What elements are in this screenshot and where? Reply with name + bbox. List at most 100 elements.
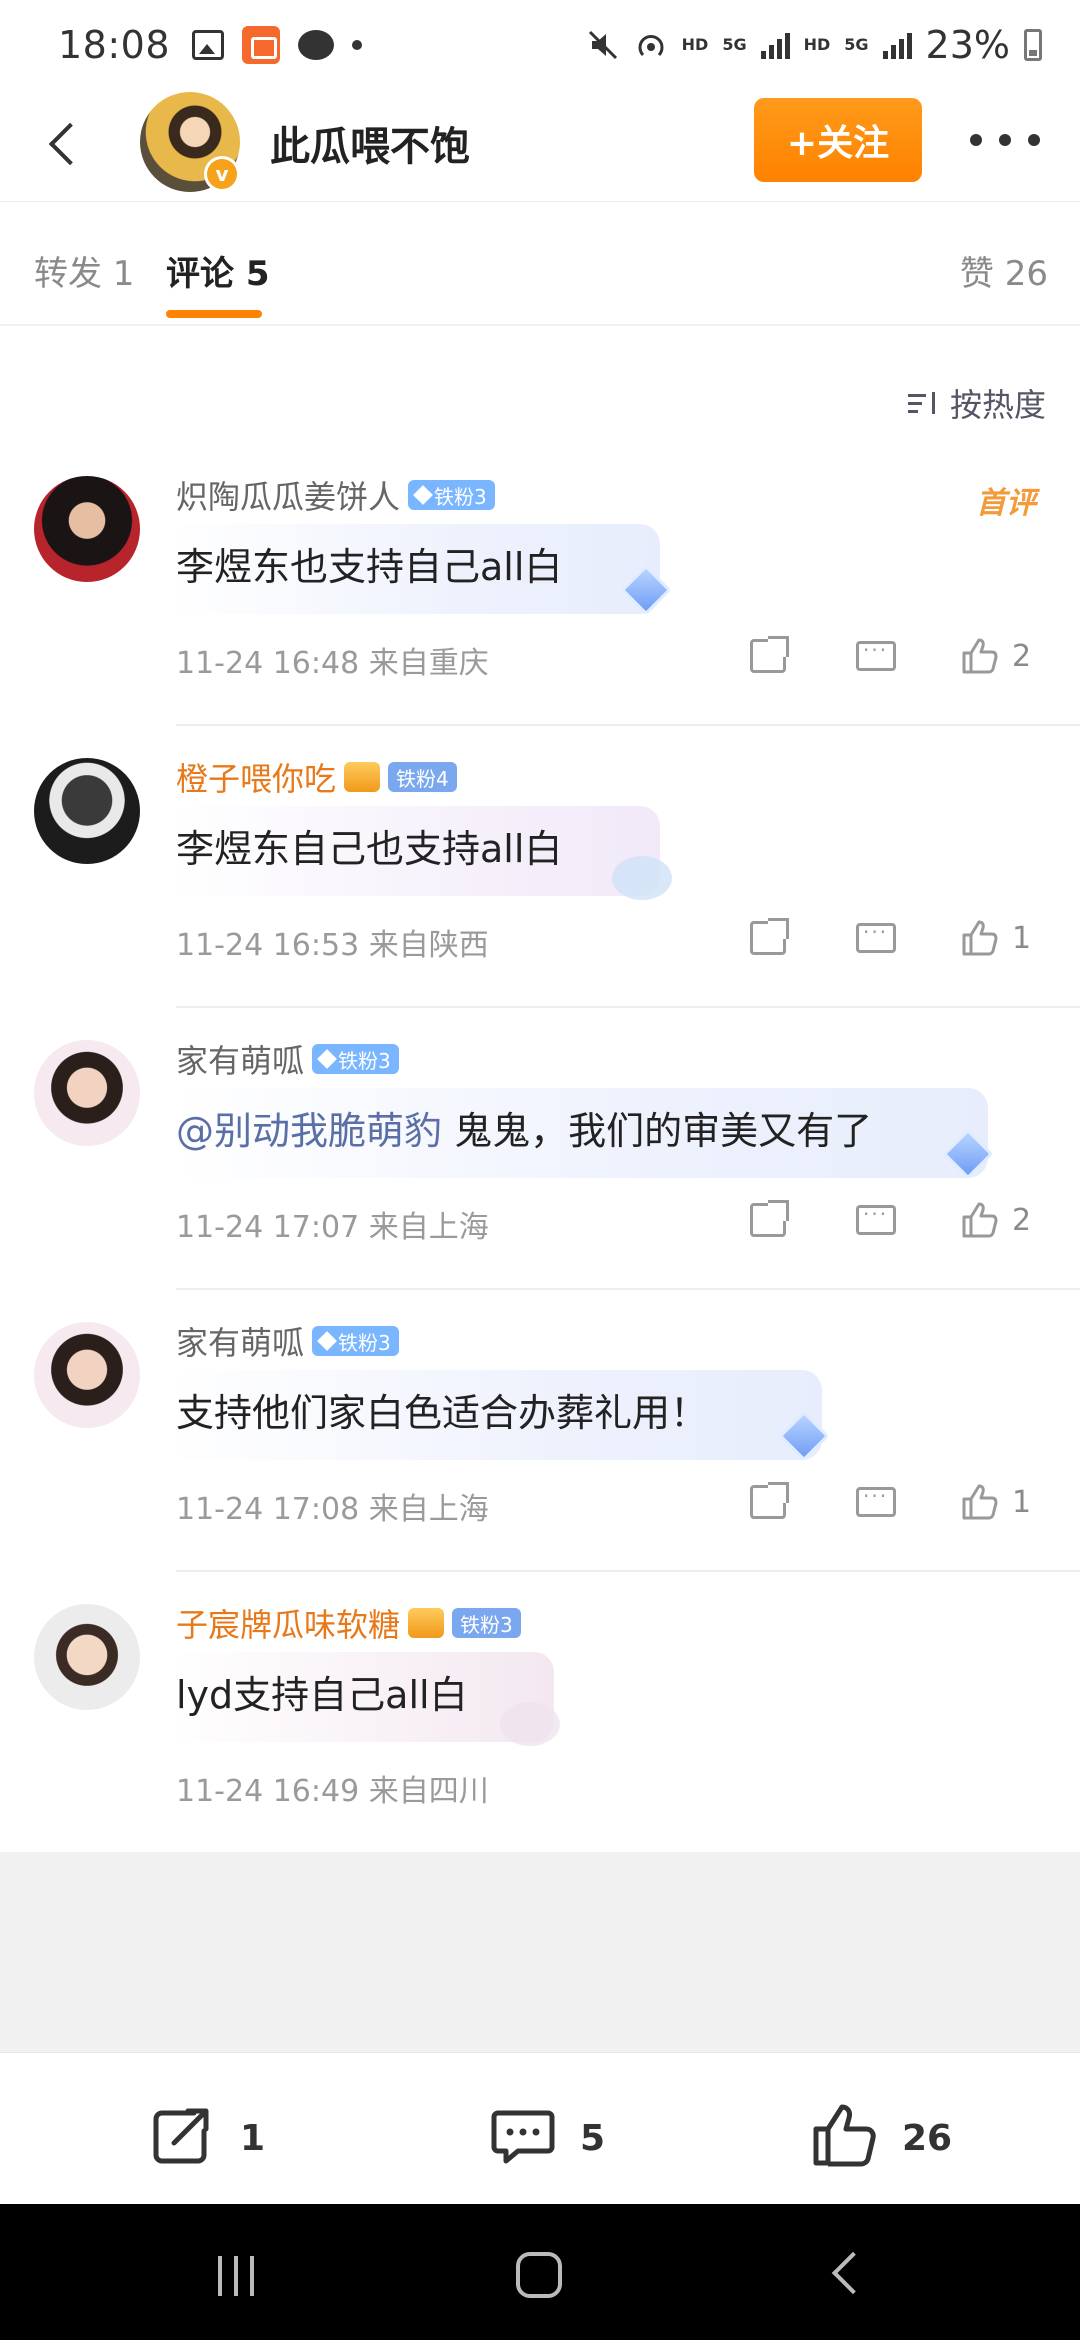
thumbs-up-icon xyxy=(960,1200,1000,1240)
hd-label-2: HD xyxy=(803,35,831,54)
network-label-1: 5G xyxy=(722,35,747,54)
more-notifications-dot-icon xyxy=(352,40,363,50)
sort-button[interactable]: 按热度 xyxy=(907,380,1046,426)
empty-area xyxy=(0,1852,1080,2052)
home-icon[interactable] xyxy=(516,2252,562,2298)
reply-button[interactable] xyxy=(856,626,896,686)
comment-icon xyxy=(856,1484,896,1517)
sort-label: 按热度 xyxy=(949,386,1046,424)
like-count: 2 xyxy=(1012,638,1032,674)
comment-button[interactable]: 5 xyxy=(488,2099,605,2178)
commenter-name[interactable]: 家有萌呱 xyxy=(176,1318,304,1364)
thumbs-up-icon xyxy=(810,2099,880,2178)
comment-meta: 11-24 16:48 来自重庆 xyxy=(176,646,489,681)
commenter-name[interactable]: 橙子喂你吃 xyxy=(176,754,336,800)
more-dots-icon[interactable] xyxy=(970,120,1040,160)
fan-badge: 铁粉3 xyxy=(312,1044,399,1074)
comment-meta: 11-24 16:53 来自陕西 xyxy=(176,928,489,963)
diamond-icon xyxy=(317,1331,337,1351)
like-count: 2 xyxy=(1012,1202,1032,1238)
gallery-notification-icon xyxy=(192,30,225,60)
share-button[interactable] xyxy=(750,626,789,686)
tab-repost[interactable]: 转发 1 xyxy=(34,246,134,295)
fan-badge: 铁粉3 xyxy=(312,1326,399,1356)
like-button[interactable]: 2 xyxy=(960,1190,1031,1250)
share-button[interactable] xyxy=(750,908,789,968)
comment-item: 家有萌呱 铁粉3 支持他们家白色适合办葬礼用！ 11-24 17:08 来自上海… xyxy=(0,1290,1080,1572)
notification-icons xyxy=(192,26,363,64)
comment-icon xyxy=(856,920,896,953)
comment-count: 5 xyxy=(580,2118,606,2159)
status-bar: 18:08 HD 5G HD 5G 23% xyxy=(0,0,1080,90)
app-notification-icon xyxy=(242,26,281,64)
share-button[interactable] xyxy=(750,1472,789,1532)
thumbs-up-icon xyxy=(960,918,1000,958)
tab-likes[interactable]: 赞 26 xyxy=(960,246,1048,295)
diamond-icon xyxy=(413,485,433,505)
diamond-icon xyxy=(317,1049,337,1069)
commenter-name-row: 子宸牌瓜味软糖 铁粉3 xyxy=(176,1600,521,1646)
like-button[interactable]: 2 xyxy=(960,626,1031,686)
like-button[interactable]: 1 xyxy=(960,1472,1031,1532)
like-button[interactable]: 26 xyxy=(810,2099,952,2178)
comment-item: 家有萌呱 铁粉3 @别动我脆萌豹 鬼鬼，我们的审美又有了 11-24 17:07… xyxy=(0,1008,1080,1290)
commenter-name-row: 家有萌呱 铁粉3 xyxy=(176,1318,399,1364)
commenter-name[interactable]: 家有萌呱 xyxy=(176,1036,304,1082)
thumbs-up-icon xyxy=(960,1482,1000,1522)
share-icon xyxy=(750,1200,789,1237)
cartoon-decoration-icon xyxy=(612,856,672,900)
tab-comments[interactable]: 评论 5 xyxy=(166,246,270,295)
hd-label-1: HD xyxy=(681,35,709,54)
share-icon xyxy=(750,918,789,955)
commenter-avatar[interactable] xyxy=(34,758,140,864)
comment-icon xyxy=(488,2099,558,2178)
tab-bar: 转发 1 评论 5 赞 26 xyxy=(0,202,1080,326)
comment-meta: 11-24 16:49 来自四川 xyxy=(176,1774,489,1809)
like-count: 26 xyxy=(902,2118,953,2159)
commenter-avatar[interactable] xyxy=(34,1322,140,1428)
reply-button[interactable] xyxy=(856,1472,896,1532)
back-button[interactable] xyxy=(34,114,94,174)
comment-meta: 11-24 17:08 来自上海 xyxy=(176,1492,489,1527)
like-count: 1 xyxy=(1012,1484,1032,1520)
commenter-name[interactable]: 炽陶瓜瓜姜饼人 xyxy=(176,472,400,518)
comment-actions: 2 xyxy=(750,1190,1050,1250)
crown-icon xyxy=(408,1608,445,1638)
status-indicators: HD 5G HD 5G 23% xyxy=(586,0,1042,90)
cartoon-decoration-icon xyxy=(500,1702,560,1746)
chevron-left-icon xyxy=(48,122,92,166)
share-button[interactable] xyxy=(750,1190,789,1250)
commenter-name-row: 家有萌呱 铁粉3 xyxy=(176,1036,399,1082)
bottom-action-bar: 1 5 26 xyxy=(0,2052,1080,2204)
recent-apps-icon[interactable] xyxy=(218,2256,254,2296)
status-time: 18:08 xyxy=(58,23,171,67)
comment-item: 子宸牌瓜味软糖 铁粉3 lyd支持自己all白 11-24 16:49 来自四川 xyxy=(0,1572,1080,1854)
battery-percent: 23% xyxy=(925,23,1010,67)
share-icon xyxy=(750,1482,789,1519)
mention-link[interactable]: @别动我脆萌豹 xyxy=(176,1109,442,1153)
repost-button[interactable]: 1 xyxy=(148,2099,265,2178)
comment-actions: 1 xyxy=(750,1472,1050,1532)
comment-text: 支持他们家白色适合办葬礼用！ xyxy=(176,1391,709,1435)
comment-actions: 2 xyxy=(750,626,1050,686)
comment-text: 李煜东也支持自己all白 xyxy=(176,545,563,589)
back-icon[interactable] xyxy=(831,2251,875,2295)
follow-button[interactable]: +关注 xyxy=(754,98,922,182)
comment-actions: 1 xyxy=(750,908,1050,968)
like-button[interactable]: 1 xyxy=(960,908,1031,968)
comment-meta: 11-24 17:07 来自上海 xyxy=(176,1210,489,1245)
share-icon xyxy=(148,2099,218,2178)
reply-button[interactable] xyxy=(856,908,896,968)
comment-icon xyxy=(856,638,896,671)
commenter-avatar[interactable] xyxy=(34,476,140,582)
mute-icon xyxy=(588,30,617,60)
fan-badge: 铁粉4 xyxy=(388,762,457,792)
commenter-name[interactable]: 子宸牌瓜味软糖 xyxy=(176,1600,400,1646)
reply-button[interactable] xyxy=(856,1190,896,1250)
commenter-avatar[interactable] xyxy=(34,1040,140,1146)
commenter-avatar[interactable] xyxy=(34,1604,140,1710)
battery-icon xyxy=(1024,29,1042,61)
author-name[interactable]: 此瓜喂不饱 xyxy=(270,114,470,172)
signal-icon-1 xyxy=(760,31,790,59)
comment-item: 炽陶瓜瓜姜饼人 铁粉3 首评 李煜东也支持自己all白 11-24 16:48 … xyxy=(0,444,1080,726)
